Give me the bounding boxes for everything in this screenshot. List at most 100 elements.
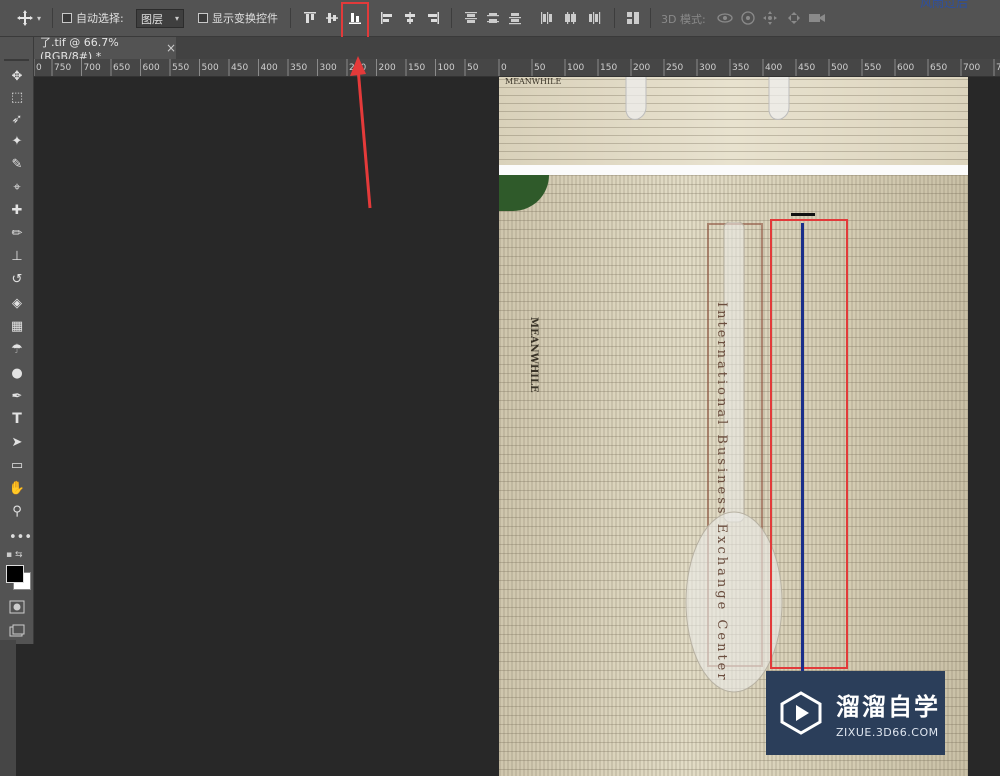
ruler-label: 50 [534, 63, 546, 73]
guide-line-black [791, 213, 815, 216]
checkbox-box[interactable] [198, 13, 208, 23]
selection-highlight-box [770, 219, 848, 669]
ruler-label: 200 [379, 63, 396, 73]
mode-3d-label: 3D 模式: [661, 13, 706, 26]
magic-wand-icon[interactable]: ✦ [7, 131, 27, 151]
more-tools-button[interactable]: ••• [9, 530, 32, 545]
ruler-label: 550 [172, 63, 189, 73]
spoon-printed-text: International Business Exchange Center [714, 302, 729, 683]
toolbar-grip[interactable] [4, 59, 29, 61]
divider [650, 8, 651, 28]
history-brush-icon[interactable]: ↺ [7, 269, 27, 289]
healing-brush-icon[interactable]: ✚ [7, 200, 27, 220]
auto-align-icon[interactable] [626, 11, 640, 25]
fork-image [625, 77, 647, 120]
3d-slide-icon[interactable] [786, 10, 802, 26]
eyedropper-icon[interactable]: ✎ [7, 154, 27, 174]
ruler-label: 350 [290, 63, 307, 73]
distribute-top-icon[interactable] [464, 11, 478, 25]
ruler-label: 400 [261, 63, 278, 73]
guide-line-blue [801, 223, 804, 673]
show-transform-label: 显示变换控件 [212, 12, 278, 25]
ruler-label: 650 [930, 63, 947, 73]
smudge-icon[interactable]: ☂ [7, 339, 27, 359]
ruler-label: 450 [231, 63, 248, 73]
gradient-icon[interactable]: ▦ [7, 316, 27, 336]
3d-camera-icon[interactable] [808, 11, 826, 25]
horizontal-ruler[interactable]: 0 750 700 650 600 550 500 450 400 350 300 250 200 150… [34, 59, 1000, 77]
quick-mask-icon[interactable] [9, 600, 25, 614]
distribute-bottom-icon[interactable] [508, 11, 522, 25]
lasso-tool-icon[interactable]: ➶ [7, 109, 27, 129]
move-tool-icon[interactable]: ✥ [7, 66, 27, 86]
chevron-down-icon: ▾ [37, 13, 42, 23]
newspaper-side-header: MEANWHILE [528, 317, 539, 393]
dodge-icon[interactable]: ● [7, 363, 27, 383]
auto-select-checkbox[interactable]: 自动选择: [62, 0, 124, 36]
close-icon[interactable]: × [166, 41, 176, 55]
align-horizontal-center-icon[interactable] [403, 11, 417, 25]
path-select-icon[interactable]: ➤ [7, 432, 27, 452]
eraser-icon[interactable]: ◈ [7, 293, 27, 313]
newspaper-header: MEANWHILE [505, 77, 562, 86]
watermark-title: 溜溜自学 [836, 693, 940, 721]
corner-text: 风雨过后 [920, 0, 969, 10]
rectangle-icon[interactable]: ▭ [7, 455, 27, 475]
ruler-label: 450 [798, 63, 815, 73]
newspaper-top-image: MEANWHILE [499, 77, 968, 165]
3d-orbit-icon[interactable] [716, 10, 734, 26]
distribute-right-icon[interactable] [587, 11, 601, 25]
align-top-icon[interactable] [303, 11, 317, 25]
tools-panel: ✥ ⬚ ➶ ✦ ✎ ⌖ ✚ ✏ ⊥ ↺ ◈ ▦ ☂ ● ✒ T ➤ ▭ ✋ ⚲ ••• ▪ ⇆ [0, 37, 34, 644]
ruler-label: 700 [84, 63, 101, 73]
foreground-color-swatch[interactable] [6, 565, 24, 583]
3d-roll-icon[interactable] [740, 10, 756, 26]
align-right-icon[interactable] [426, 11, 440, 25]
divider [290, 8, 291, 28]
swap-colors-icon[interactable]: ▪ ⇆ [6, 550, 23, 560]
brush-icon[interactable]: ✏ [7, 223, 27, 243]
pen-icon[interactable]: ✒ [7, 386, 27, 406]
ruler-ticks: 0 750 700 650 600 550 500 450 400 350 300 250 200 150… [34, 59, 1000, 76]
checkbox-box[interactable] [62, 13, 72, 23]
ruler-label: 0 [501, 63, 507, 73]
distribute-horizontal-center-icon[interactable] [563, 11, 577, 25]
ruler-label: 650 [113, 63, 130, 73]
move-tool-preset[interactable]: ▾ [16, 0, 41, 36]
ruler-label: 250 [666, 63, 683, 73]
document-tab[interactable]: 了.tif @ 66.7%(RGB/8#) * × [34, 36, 176, 63]
3d-pan-icon[interactable] [762, 10, 778, 26]
clone-stamp-icon[interactable]: ⊥ [7, 246, 27, 266]
ruler-label: 700 [963, 63, 980, 73]
type-icon[interactable]: T [7, 409, 27, 429]
divider [614, 8, 615, 28]
zoom-icon[interactable]: ⚲ [7, 501, 27, 521]
eyedropper-alt-icon[interactable]: ⌖ [7, 177, 27, 197]
screen-mode-icon[interactable] [9, 624, 25, 638]
auto-select-value: 图层 [141, 12, 163, 26]
distribute-vertical-center-icon[interactable] [486, 11, 500, 25]
marquee-tool-icon[interactable]: ⬚ [7, 87, 27, 107]
auto-select-dropdown[interactable]: 图层 ▾ [136, 9, 184, 28]
options-bar: ▾ 自动选择: 图层 ▾ 显示变换控件 3D 模式: 风雨过后 [0, 0, 1000, 44]
white-band [499, 165, 968, 175]
ruler-label: 150 [408, 63, 425, 73]
align-bottom-icon[interactable] [348, 11, 362, 25]
ruler-label: 750 [996, 63, 1000, 73]
align-left-icon[interactable] [380, 11, 394, 25]
ruler-label: 750 [54, 63, 71, 73]
ruler-label: 600 [143, 63, 160, 73]
align-vertical-center-icon[interactable] [325, 11, 339, 25]
watermark-badge: 溜溜自学 ZIXUE.3D66.COM [766, 671, 945, 755]
ruler-label: 550 [864, 63, 881, 73]
ruler-label: 500 [831, 63, 848, 73]
vertical-ruler[interactable] [0, 640, 16, 776]
hand-icon[interactable]: ✋ [7, 478, 27, 498]
watermark-subtitle: ZIXUE.3D66.COM [836, 726, 939, 739]
distribute-left-icon[interactable] [540, 11, 554, 25]
show-transform-checkbox[interactable]: 显示变换控件 [198, 0, 278, 36]
fork-image [768, 77, 790, 120]
ruler-label: 200 [633, 63, 650, 73]
divider [52, 8, 53, 28]
ruler-label: 300 [699, 63, 716, 73]
